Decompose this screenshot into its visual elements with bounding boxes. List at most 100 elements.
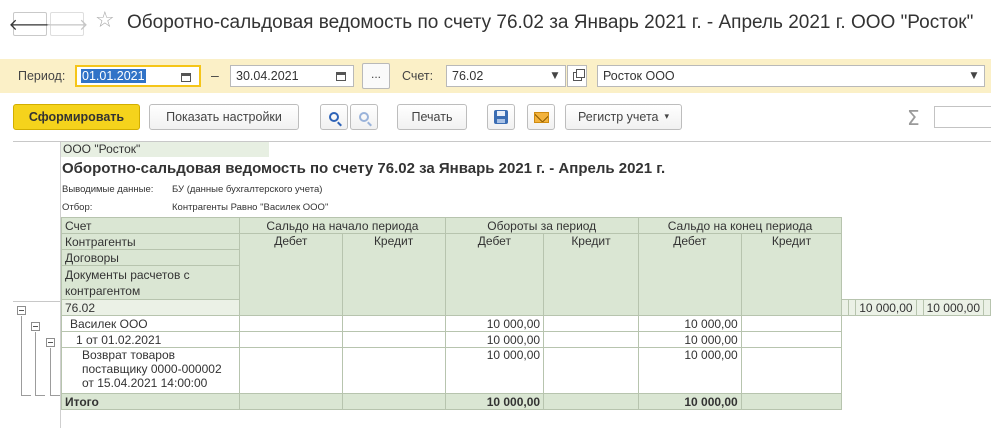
tree-line [21, 395, 31, 396]
cell [341, 347, 446, 394]
total-row[interactable]: Итого 10 000,00 10 000,00 [60, 393, 991, 410]
open-form-icon [572, 68, 585, 81]
account-open-button[interactable] [567, 65, 587, 87]
header-closing-debit: Дебет [637, 233, 742, 316]
collapse-counterparty-toggle[interactable] [31, 322, 40, 331]
gutter-separator [13, 301, 60, 302]
table-row[interactable]: 1 от 01.02.2021 10 000,00 10 000,00 [60, 331, 991, 348]
data-label: Выводимые данные: [62, 184, 154, 195]
total-closing-debit: 10 000,00 [637, 393, 742, 410]
period-select-button[interactable]: ... [362, 63, 390, 89]
total-turnover-debit: 10 000,00 [444, 393, 545, 410]
row-label: Василек ООО [60, 315, 241, 332]
cell-closing-debit: 10 000,00 [922, 299, 985, 316]
print-button[interactable]: Печать [397, 104, 467, 130]
filter-value: Контрагенты Равно "Василек ООО" [172, 202, 329, 213]
filter-label: Отбор: [62, 202, 93, 213]
cell [841, 299, 850, 316]
report-title: Оборотно-сальдовая ведомость по счету 76… [62, 160, 666, 177]
collapse-account-toggle[interactable] [17, 306, 26, 315]
sum-icon: Σ [907, 106, 920, 130]
show-settings-button[interactable]: Показать настройки [149, 104, 299, 130]
cell [239, 315, 343, 332]
header-row: Контрагенты Дебет Кредит Дебет Кредит Де… [60, 233, 991, 316]
header-turnover-credit: Кредит [543, 233, 639, 316]
floppy-disk-icon [494, 110, 508, 124]
header-opening-credit: Кредит [341, 233, 446, 316]
row-label: 76.02 [60, 299, 241, 316]
register-button-label: Регистр учета [577, 110, 659, 124]
header-row: Счет Сальдо на начало периода Обороты за… [60, 217, 991, 234]
data-value: БУ (данные бухгалтерского учета) [172, 184, 323, 195]
sum-field[interactable] [934, 106, 991, 128]
cell-turnover-debit: 10 000,00 [444, 347, 545, 394]
header-contracts: Договоры [60, 249, 241, 266]
cell [740, 331, 843, 348]
action-bar: Сформировать Показать настройки Печать Р… [0, 100, 991, 134]
date-to-field[interactable]: 30.04.2021 [230, 65, 354, 87]
cell [915, 299, 924, 316]
cell-turnover-debit: 10 000,00 [444, 331, 545, 348]
cell [740, 393, 843, 410]
report-area[interactable]: ООО "Росток" Оборотно-сальдовая ведомост… [13, 141, 991, 428]
calendar-from-button[interactable] [176, 69, 196, 85]
cell [341, 331, 446, 348]
organization-field[interactable]: Росток ООО ▼ [597, 65, 985, 87]
envelope-icon [533, 111, 549, 123]
header-turnover-debit: Дебет [444, 233, 545, 316]
row-label: Возврат товаров поставщику 0000-000002 о… [60, 347, 241, 394]
cell [239, 393, 343, 410]
cell [740, 347, 843, 394]
chevron-down-icon: ▼ [551, 71, 559, 81]
tree-line [50, 348, 51, 396]
back-button[interactable]: 🡐 [9, 12, 51, 36]
osv-table: Счет Сальдо на начало периода Обороты за… [60, 217, 991, 410]
header-turnover: Обороты за период [444, 217, 639, 234]
account-label: Счет: [402, 69, 434, 83]
cell [341, 315, 446, 332]
cell [543, 331, 639, 348]
search-cancel-button[interactable] [350, 104, 378, 130]
total-label: Итого [60, 393, 241, 410]
save-button[interactable] [487, 104, 515, 130]
send-email-button[interactable] [527, 104, 555, 130]
calendar-to-button[interactable] [331, 68, 351, 84]
header-account: Счет [60, 217, 241, 234]
cell-closing-debit: 10 000,00 [637, 331, 742, 348]
account-field[interactable]: 76.02 ▼ [446, 65, 566, 87]
organization-dropdown-button[interactable]: ▼ [964, 68, 984, 84]
period-label: Период: [18, 69, 66, 83]
page-title: Оборотно-сальдовая ведомость по счету 76… [127, 12, 974, 33]
search-button[interactable] [320, 104, 348, 130]
date-from-field[interactable]: 01.01.2021 [75, 65, 201, 87]
search-cancel-icon [359, 112, 369, 122]
organization-value: Росток ООО [603, 69, 675, 83]
date-to-value: 30.04.2021 [236, 69, 299, 83]
header-opening-balance: Сальдо на начало периода [239, 217, 446, 234]
account-dropdown-button[interactable]: ▼ [545, 68, 565, 84]
register-button[interactable]: Регистр учета ▾ [565, 104, 682, 130]
period-dash: – [211, 67, 219, 83]
favorite-star-icon[interactable]: ☆ [95, 8, 115, 33]
cell [848, 299, 857, 316]
collapse-contract-toggle[interactable] [46, 338, 55, 347]
calendar-icon [181, 72, 191, 82]
table-row[interactable]: Василек ООО 10 000,00 10 000,00 [60, 315, 991, 332]
tree-line [21, 316, 22, 396]
header-closing-balance: Сальдо на конец периода [637, 217, 843, 234]
cell [543, 347, 639, 394]
row-label: 1 от 01.02.2021 [60, 331, 241, 348]
header-counterparties: Контрагенты [60, 233, 241, 250]
cell-turnover-debit: 10 000,00 [444, 315, 545, 332]
table-row[interactable]: Возврат товаров поставщику 0000-000002 о… [60, 347, 991, 394]
forward-button[interactable]: 🡒 [46, 12, 88, 36]
cell-closing-debit: 10 000,00 [637, 347, 742, 394]
cell [543, 393, 639, 410]
title-bar: 🡐 🡒 ☆ Оборотно-сальдовая ведомость по сч… [0, 0, 991, 52]
calendar-icon [336, 71, 346, 81]
chevron-down-icon: ▼ [970, 71, 978, 81]
chevron-down-icon: ▾ [664, 112, 670, 122]
date-from-value: 01.01.2021 [81, 69, 146, 83]
generate-button[interactable]: Сформировать [13, 104, 140, 130]
account-value: 76.02 [452, 69, 484, 83]
